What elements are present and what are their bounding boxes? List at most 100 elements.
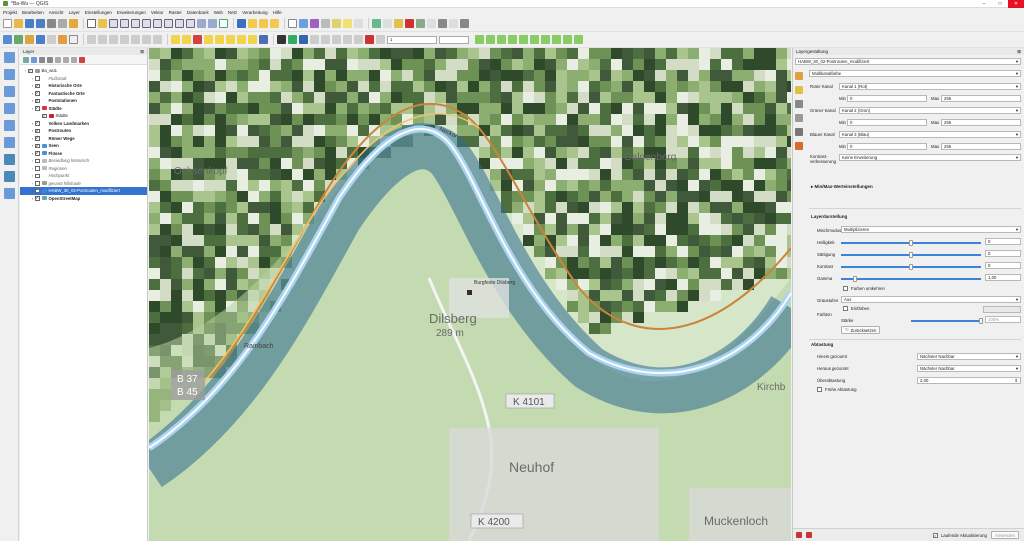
layer-visibility-checkbox[interactable]: ✓ xyxy=(35,196,40,201)
layer-row[interactable]: › ✓ Postrouten xyxy=(20,127,147,135)
layer-row[interactable]: › ✓ Fantastische Orte xyxy=(20,90,147,98)
move-feature-icon[interactable] xyxy=(4,137,15,148)
plugin-icon-2[interactable] xyxy=(383,19,392,28)
menu-datenbank[interactable]: Datenbank xyxy=(187,10,209,15)
plugin-icon-14[interactable] xyxy=(321,35,330,44)
zoom-selection-icon[interactable] xyxy=(153,19,162,28)
zoom-layer-icon[interactable] xyxy=(164,19,173,28)
identify-icon[interactable] xyxy=(237,19,246,28)
layer-row[interactable]: › ✓ Flüsse xyxy=(20,150,147,158)
vertex-tool-icon[interactable] xyxy=(4,120,15,131)
refresh-icon[interactable] xyxy=(219,19,228,28)
history-tab-icon[interactable] xyxy=(795,128,803,136)
menu-netz[interactable]: Netz xyxy=(228,10,237,15)
blend-select[interactable]: Multiplizieren ▾ xyxy=(841,226,1021,233)
layer-row[interactable]: › gesamt hillshade xyxy=(20,180,147,188)
layer-visibility-checkbox[interactable]: ✓ xyxy=(35,151,40,156)
plugin-icon-8[interactable] xyxy=(449,19,458,28)
web-layer-icon[interactable] xyxy=(4,171,15,182)
plugin-icon-13[interactable] xyxy=(310,35,319,44)
layer-row[interactable]: › ✓ Poststationen xyxy=(20,97,147,105)
grayscale-select[interactable]: Aus ▾ xyxy=(841,296,1021,303)
add-polygon-icon[interactable] xyxy=(4,103,15,114)
minimize-button[interactable]: – xyxy=(976,0,992,8)
colorize-color-button[interactable] xyxy=(983,306,1021,313)
save-project-icon[interactable] xyxy=(25,19,34,28)
layer-row[interactable]: › ✓ Römer Wege xyxy=(20,135,147,143)
plugin-icon-23[interactable] xyxy=(508,35,517,44)
print-layout-icon[interactable] xyxy=(47,19,56,28)
digitize-icon-2[interactable] xyxy=(98,35,107,44)
select-value-icon[interactable] xyxy=(259,19,268,28)
menu-vektor[interactable]: Vektor xyxy=(151,10,164,15)
plugin-icon-4[interactable] xyxy=(405,19,414,28)
menu-web[interactable]: Web xyxy=(214,10,223,15)
layer-visibility-checkbox[interactable] xyxy=(35,181,40,186)
contrast-input[interactable]: 0 xyxy=(985,262,1021,269)
layer-visibility-checkbox[interactable] xyxy=(35,76,40,81)
renderer-select[interactable]: Multikanalfarbe ▾ xyxy=(809,70,1021,77)
red-min-input[interactable]: 0 xyxy=(847,95,927,102)
layer-select[interactable]: HABW_30_02-Postrouten_modifiziert ▾ xyxy=(795,58,1021,65)
gamma-slider[interactable] xyxy=(841,276,981,282)
select-features-icon[interactable] xyxy=(248,19,257,28)
map-canvas[interactable]: Dilsberg 289 m Burgfeste Dilsberg K 4101… xyxy=(149,48,791,541)
oversample-input[interactable]: 2,00 ⇕ xyxy=(917,377,1021,384)
zoom-next-icon[interactable] xyxy=(186,19,195,28)
digitize-icon-7[interactable] xyxy=(153,35,162,44)
layer-row[interactable]: › Besiedlung historisch xyxy=(20,157,147,165)
add-group-icon[interactable] xyxy=(31,56,37,63)
add-raster-icon[interactable] xyxy=(14,35,23,44)
add-line-icon[interactable] xyxy=(4,86,15,97)
add-wms-icon[interactable] xyxy=(36,35,45,44)
menu-bearbeiten[interactable]: Bearbeiten xyxy=(22,10,44,15)
add-point-icon[interactable] xyxy=(4,69,15,80)
show-bookmarks-icon[interactable] xyxy=(208,19,217,28)
zoom-out-icon[interactable] xyxy=(120,19,129,28)
plugin-icon-6[interactable] xyxy=(427,19,436,28)
undo-icon[interactable] xyxy=(796,532,802,538)
zoom-in-icon[interactable] xyxy=(109,19,118,28)
layer-visibility-checkbox[interactable]: ✓ xyxy=(35,136,40,141)
reset-button[interactable]: ↻ Zurücksetzen xyxy=(841,326,881,334)
plugin-icon-24[interactable] xyxy=(519,35,528,44)
blue-min-input[interactable]: 0 xyxy=(847,143,927,150)
green-max-input[interactable]: 255 xyxy=(941,119,1021,126)
transparency-tab-icon[interactable] xyxy=(795,86,803,94)
plugin-icon-1[interactable] xyxy=(372,19,381,28)
panel-close-icon[interactable]: ⊠ xyxy=(140,49,144,55)
save-as-icon[interactable] xyxy=(36,19,45,28)
blue-max-input[interactable]: 255 xyxy=(941,143,1021,150)
plugin-icon-9[interactable] xyxy=(460,19,469,28)
label-icon-7[interactable] xyxy=(237,35,246,44)
layout-manager-icon[interactable] xyxy=(58,19,67,28)
plugin-icon-12[interactable] xyxy=(299,35,308,44)
style-manager-icon[interactable] xyxy=(69,19,78,28)
plugin-icon-25[interactable] xyxy=(530,35,539,44)
pencil-icon[interactable] xyxy=(69,35,78,44)
zoom-native-icon[interactable] xyxy=(131,19,140,28)
globe-icon[interactable] xyxy=(4,154,15,165)
label-icon-3[interactable] xyxy=(193,35,202,44)
histogram-tab-icon[interactable] xyxy=(795,100,803,108)
add-vector-icon[interactable] xyxy=(3,35,12,44)
label-icon-2[interactable] xyxy=(182,35,191,44)
layer-row[interactable]: › Hochpunkt xyxy=(20,172,147,180)
collapse-all-icon[interactable] xyxy=(71,56,77,63)
layer-visibility-checkbox[interactable]: ✓ xyxy=(35,121,40,126)
plugin-icon-5[interactable] xyxy=(416,19,425,28)
plugin-icon-28[interactable] xyxy=(563,35,572,44)
menu-ansicht[interactable]: Ansicht xyxy=(49,10,64,15)
statistics-icon[interactable] xyxy=(310,19,319,28)
label-icon-5[interactable] xyxy=(215,35,224,44)
layer-row[interactable]: › ✓ Seen xyxy=(20,142,147,150)
plugin-icon-7[interactable] xyxy=(438,19,447,28)
text-annotation-icon[interactable] xyxy=(354,19,363,28)
zoom-out-select[interactable]: Nächster Nachbar ▾ xyxy=(917,365,1021,372)
strength-slider[interactable] xyxy=(911,318,983,324)
brightness-slider[interactable] xyxy=(841,240,981,246)
close-button[interactable]: ✕ xyxy=(1008,0,1024,8)
plugin-icon-11[interactable] xyxy=(288,35,297,44)
layer-visibility-checkbox[interactable]: ✓ xyxy=(35,188,40,193)
invert-checkbox[interactable] xyxy=(843,286,848,291)
